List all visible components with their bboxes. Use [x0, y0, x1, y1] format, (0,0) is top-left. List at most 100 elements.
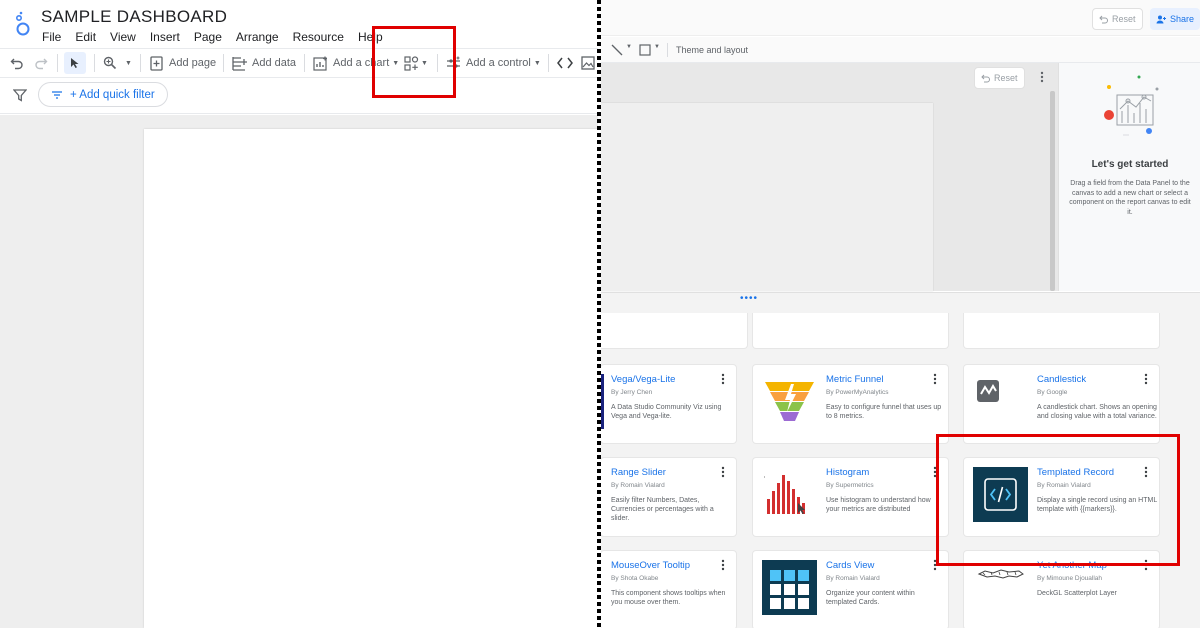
share-label: Share — [1170, 14, 1195, 24]
gallery-card-cards-view[interactable]: Cards View By Romain Vialard Organize yo… — [752, 550, 949, 628]
gallery-card-partial[interactable] — [963, 313, 1160, 349]
add-data-button[interactable]: Add data — [232, 49, 296, 77]
vertical-scrollbar[interactable] — [1050, 91, 1055, 291]
menu-insert[interactable]: Insert — [150, 30, 180, 44]
more-vert-icon[interactable] — [1040, 71, 1044, 83]
menu-page[interactable]: Page — [194, 30, 222, 44]
cards-view-thumbnail — [762, 560, 817, 615]
menu-file[interactable]: File — [42, 30, 61, 44]
looker-studio-logo-icon — [15, 11, 30, 36]
gallery-card-metric-funnel[interactable]: Metric Funnel By PowerMyAnalytics Easy t… — [752, 364, 949, 444]
toolbar-divider — [548, 54, 549, 72]
share-button[interactable]: Share — [1150, 8, 1200, 30]
redo-button[interactable] — [34, 49, 48, 77]
more-vert-icon[interactable] — [1142, 559, 1150, 571]
toolbar-divider — [304, 54, 305, 72]
add-chart-icon — [313, 56, 327, 71]
card-description: Use histogram to understand how your met… — [826, 497, 931, 513]
more-vert-icon[interactable] — [931, 466, 939, 478]
report-title[interactable]: SAMPLE DASHBOARD — [41, 7, 227, 27]
card-description: A Data Studio Community Viz using Vega a… — [611, 404, 722, 420]
card-name: Candlestick — [1037, 374, 1087, 385]
card-author: By Romain Vialard — [1037, 482, 1091, 489]
menu-arrange[interactable]: Arrange — [236, 30, 279, 44]
add-control-label: Add a control — [466, 57, 531, 69]
add-control-button[interactable]: Add a control ▼ — [446, 49, 541, 77]
chevron-down-icon[interactable]: ▼ — [654, 44, 660, 50]
shape-tool-icon[interactable] — [639, 44, 651, 56]
gallery-card-partial[interactable] — [752, 313, 949, 349]
filter-bar: + Add quick filter — [0, 79, 598, 114]
add-page-icon — [150, 55, 163, 71]
more-vert-icon[interactable] — [719, 559, 727, 571]
add-quick-filter-label: + Add quick filter — [70, 88, 155, 101]
gallery-card-mouseover-tooltip[interactable]: MouseOver Tooltip By Shota Okabe This co… — [601, 550, 737, 628]
chevron-down-icon[interactable]: ▼ — [626, 44, 632, 50]
community-viz-button[interactable]: ▼ — [404, 49, 428, 77]
get-started-illustration-icon — [1104, 75, 1159, 136]
card-name: Metric Funnel — [826, 374, 884, 385]
menu-bar: File Edit View Insert Page Arrange Resou… — [42, 30, 397, 44]
zoom-button[interactable]: ▼ — [103, 49, 132, 77]
gallery-card-yet-another-map[interactable]: Yet Another Map By Mimoune Djouallah Dec… — [963, 550, 1160, 628]
histogram-thumbnail — [764, 475, 805, 514]
card-name: MouseOver Tooltip — [611, 560, 691, 571]
select-tool-button[interactable] — [64, 52, 86, 74]
card-description: Easily filter Numbers, Dates, Currencies… — [611, 497, 714, 522]
menu-resource[interactable]: Resource — [293, 30, 344, 44]
line-tool-icon[interactable] — [611, 44, 623, 56]
community-visualizations-icon — [404, 55, 419, 71]
more-vert-icon[interactable] — [1142, 373, 1150, 385]
gallery-card-range-slider[interactable]: Range Slider By Romain Vialard Easily fi… — [601, 457, 737, 537]
gallery-card-partial[interactable] — [601, 313, 748, 349]
drag-handle[interactable]: •••• — [740, 293, 758, 304]
report-canvas-area — [0, 115, 598, 628]
card-author: By Romain Vialard — [611, 482, 665, 489]
community-visualization-gallery: •••• Vega/Vega-Lite By Jerry Chen A Data… — [601, 292, 1200, 628]
menu-edit[interactable]: Edit — [75, 30, 96, 44]
community-gallery-view: Reset Share ▼ ▼ Theme and layout Reset L… — [601, 0, 1200, 628]
more-vert-icon[interactable] — [1142, 466, 1150, 478]
undo-button[interactable] — [10, 49, 24, 77]
report-page-preview[interactable] — [601, 103, 933, 291]
card-author: By Mimoune Djouallah — [1037, 575, 1103, 582]
menu-view[interactable]: View — [110, 30, 136, 44]
embed-code-button[interactable] — [557, 49, 573, 77]
canvas-reset-button[interactable]: Reset — [974, 67, 1025, 89]
get-started-text: Drag a field from the Data Panel to the … — [1069, 180, 1191, 216]
report-page[interactable] — [144, 129, 598, 628]
add-chart-button[interactable]: Add a chart ▼ — [313, 49, 399, 77]
add-data-label: Add data — [252, 57, 297, 69]
cursor-arrow-icon — [71, 58, 79, 68]
image-button[interactable] — [581, 49, 595, 77]
more-vert-icon[interactable] — [931, 559, 939, 571]
card-name: Yet Another Map — [1037, 560, 1107, 571]
more-vert-icon[interactable] — [719, 466, 727, 478]
gallery-card-vega[interactable]: Vega/Vega-Lite By Jerry Chen A Data Stud… — [601, 364, 737, 444]
card-author: By Shota Okabe — [611, 575, 659, 582]
more-vert-icon[interactable] — [719, 373, 727, 385]
canvas-reset-label: Reset — [994, 73, 1018, 83]
editor-toolbar: ▼ Add page Add data Add a chart ▼ ▼ Add … — [0, 48, 598, 78]
add-quick-filter-button[interactable]: + Add quick filter — [38, 82, 168, 107]
card-author: By Jerry Chen — [611, 389, 653, 396]
templated-record-thumbnail — [973, 467, 1028, 522]
theme-and-layout-button[interactable]: Theme and layout — [676, 45, 748, 55]
reset-icon — [981, 74, 990, 82]
toolbar-divider — [140, 54, 141, 72]
card-author: By PowerMyAnalytics — [826, 389, 889, 396]
gallery-card-histogram[interactable]: Histogram By Supermetrics Use histogram … — [752, 457, 949, 537]
get-started-heading: Let's get started — [1091, 159, 1169, 170]
image-icon — [581, 56, 595, 70]
menu-help[interactable]: Help — [358, 30, 383, 44]
card-description: Display a single record using an HTML te… — [1037, 497, 1157, 513]
undo-icon — [10, 58, 23, 70]
reset-button[interactable]: Reset — [1092, 8, 1143, 30]
candlestick-thumbnail — [977, 380, 999, 402]
more-vert-icon[interactable] — [931, 373, 939, 385]
gallery-card-templated-record[interactable]: Templated Record By Romain Vialard Displ… — [963, 457, 1160, 537]
add-page-button[interactable]: Add page — [150, 49, 216, 77]
screenshot-root: SAMPLE DASHBOARD File Edit View Insert P… — [0, 0, 1200, 628]
gallery-card-candlestick[interactable]: Candlestick By Google A candlestick char… — [963, 364, 1160, 444]
filter-icon[interactable] — [13, 88, 27, 102]
